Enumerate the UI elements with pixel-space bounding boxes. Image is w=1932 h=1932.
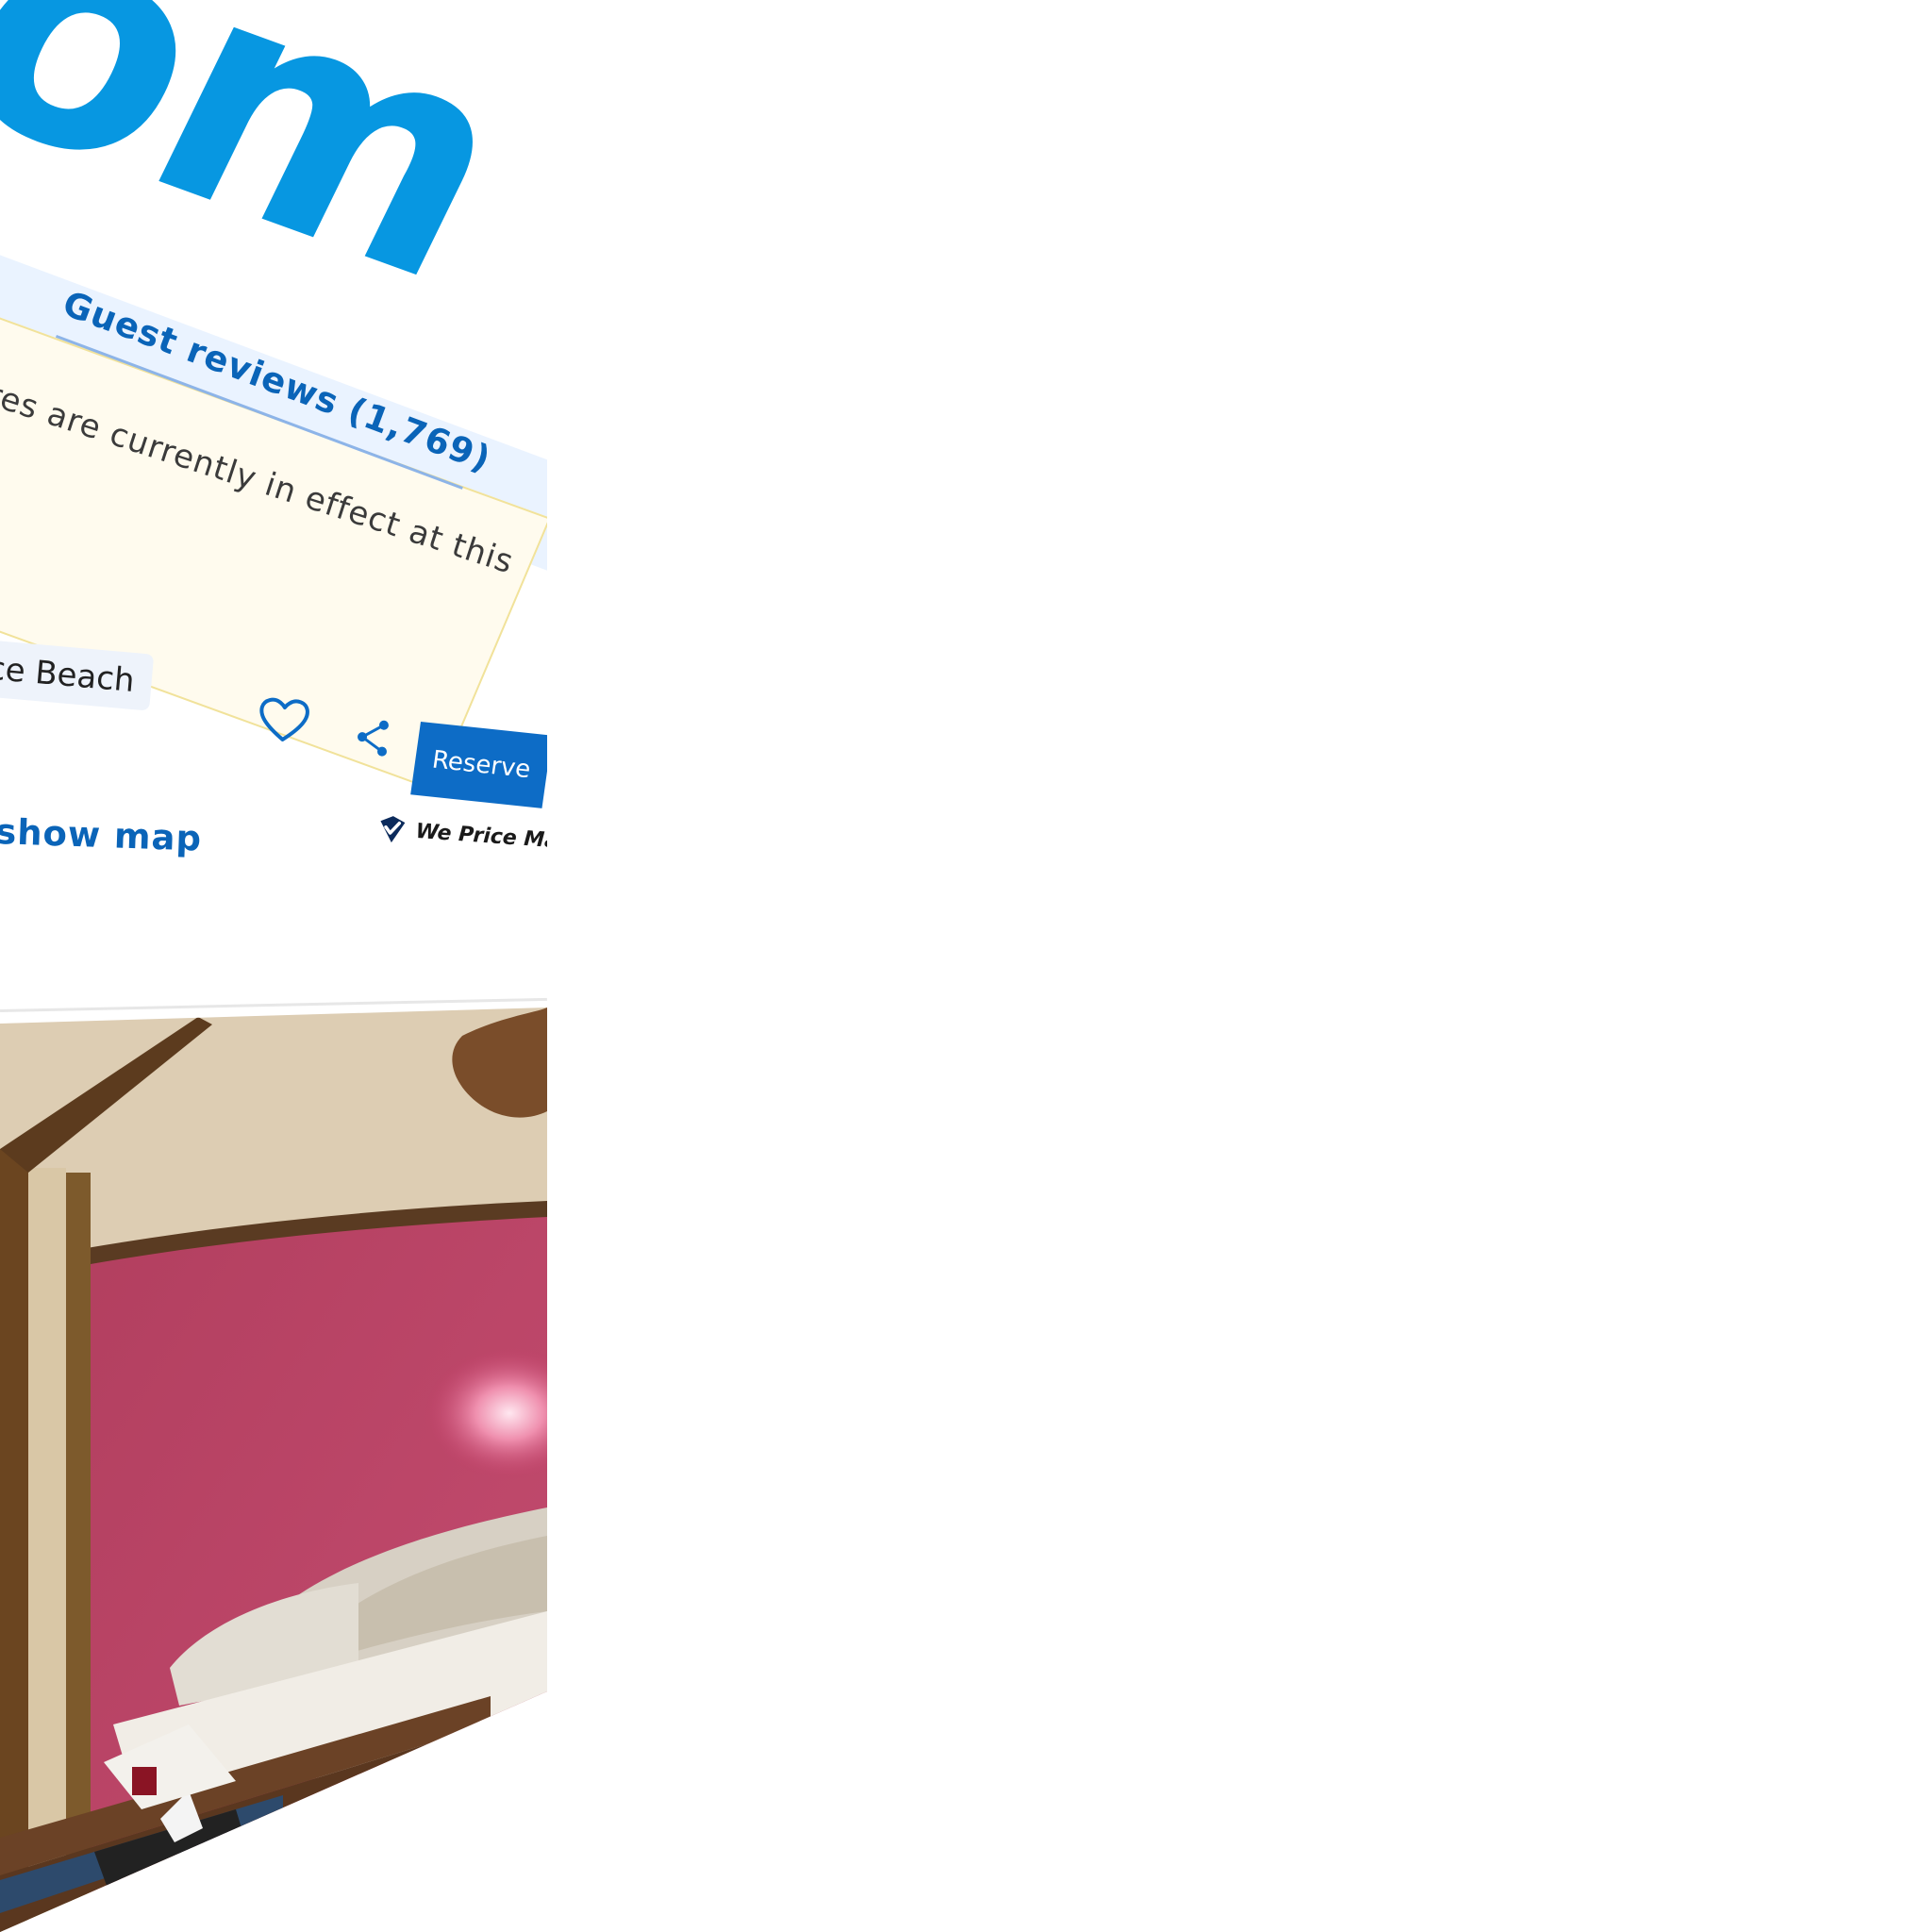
price-match-badge[interactable]: We Price Match [375, 813, 547, 858]
show-map-link[interactable]: show map [0, 811, 203, 859]
hotel-room-photo[interactable] [0, 1008, 547, 1932]
price-match-label: We Price Match [414, 819, 547, 856]
heart-icon[interactable] [255, 694, 312, 745]
reserve-button[interactable]: Reserve [410, 722, 547, 808]
screen: com Guest reviews (1,769) res are curren… [0, 0, 1932, 1932]
share-icon[interactable] [352, 716, 396, 760]
page-fragment: com Guest reviews (1,769) res are curren… [0, 0, 547, 1932]
checkmark-shield-icon [380, 816, 406, 843]
